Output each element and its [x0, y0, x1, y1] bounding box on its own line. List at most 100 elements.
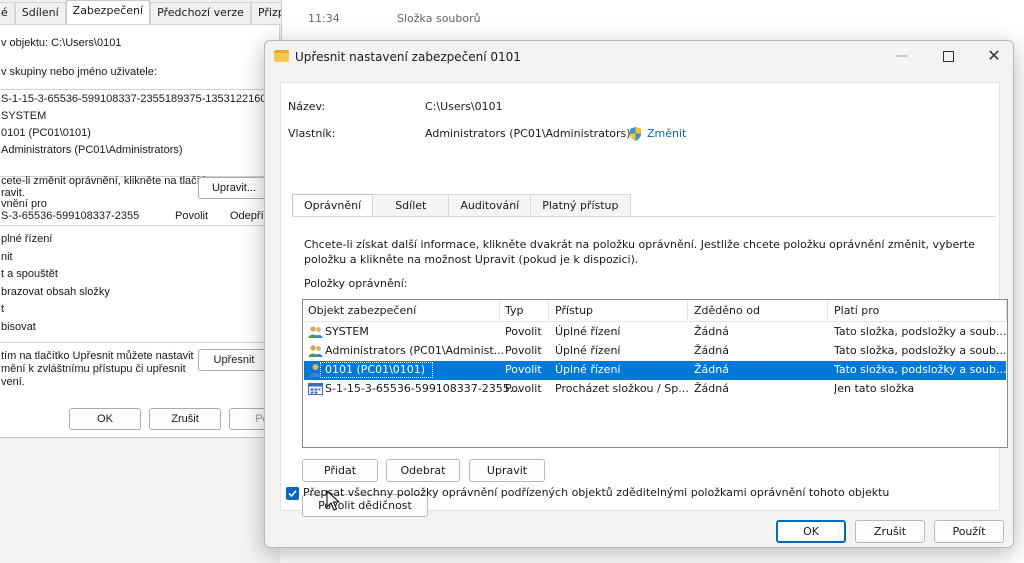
column-header-access[interactable]: Přístup	[555, 304, 593, 317]
cell-type: Povolit	[505, 325, 542, 338]
cell-inherited: Žádná	[694, 344, 729, 357]
perm-for-name: S-3-65536-599108337-2355	[1, 210, 140, 222]
col-allow: Povolit	[175, 210, 209, 222]
cell-applies: Tato složka, podsložky a soub...	[834, 344, 1007, 357]
list-item[interactable]: Administrators (PC01\Administrators)	[1, 144, 183, 156]
cell-inherited: Žádná	[694, 363, 729, 376]
change-hint-line1: cete-li změnit oprávnění, klikněte na tl…	[1, 175, 215, 187]
tab-previous-versions[interactable]: Předchozí verze	[150, 2, 251, 24]
tab-auditing[interactable]: Auditování	[448, 194, 532, 217]
column-header-applies[interactable]: Platí pro	[834, 304, 879, 317]
column-divider[interactable]	[1006, 300, 1007, 322]
replace-child-permissions-checkbox[interactable]	[286, 487, 299, 500]
advanced-hint-line2: mění k zvláštnímu přístupu či upřesnit	[1, 363, 186, 375]
column-header-type[interactable]: Typ	[505, 304, 524, 317]
cell-type: Povolit	[505, 344, 542, 357]
list-item[interactable]: SYSTEM	[1, 110, 46, 122]
apply-button[interactable]: Použít	[934, 520, 1004, 543]
dialog-title: Upřesnit nastavení zabezpečení 0101	[295, 50, 521, 64]
list-item: bisovat	[1, 321, 36, 333]
column-divider[interactable]	[499, 300, 500, 322]
entries-label: Položky oprávnění:	[304, 277, 408, 290]
list-header: Objekt zabezpečení Typ Přístup Zděděno o…	[303, 300, 1007, 322]
table-row[interactable]: SYSTEM Povolit Úplné řízení Žádná Tato s…	[304, 323, 1007, 342]
list-item[interactable]: 0101 (PC01\0101)	[1, 127, 91, 139]
permission-entries-list[interactable]: Objekt zabezpečení Typ Přístup Zděděno o…	[302, 299, 1008, 448]
list-item: brazovat obsah složky	[1, 286, 110, 298]
cell-access: Procházet složkou / Sp...	[555, 382, 689, 395]
change-owner-link[interactable]: Změnit	[647, 127, 686, 140]
table-row[interactable]: S-1-15-3-65536-599108337-2355... Povolit…	[304, 380, 1006, 399]
cell-access: Úplné řízení	[555, 363, 621, 376]
minimize-icon[interactable]: —	[879, 41, 925, 73]
name-value: C:\Users\0101	[425, 100, 503, 113]
uac-shield-icon	[629, 127, 642, 141]
name-label: Název:	[288, 100, 326, 113]
tab-divider	[292, 216, 996, 217]
cell-inherited: Žádná	[694, 325, 729, 338]
explorer-row-kind: Složka souborů	[397, 12, 481, 25]
cell-access: Úplné řízení	[555, 325, 621, 338]
list-item[interactable]: S-1-15-3-65536-599108337-2355189375-1353…	[1, 93, 281, 105]
list-item: t a spouštět	[1, 268, 58, 280]
advanced-security-dialog: Upřesnit nastavení zabezpečení 0101 — ✕ …	[264, 40, 1014, 548]
cancel-button[interactable]: Zrušit	[149, 408, 221, 430]
add-button[interactable]: Přidat	[302, 459, 378, 482]
column-divider[interactable]	[548, 300, 549, 322]
group-users-icon	[308, 326, 323, 338]
remove-button[interactable]: Odebrat	[386, 459, 460, 482]
owner-value: Administrators (PC01\Administrators)	[425, 127, 631, 140]
cell-principal: SYSTEM	[325, 325, 369, 338]
user-icon	[310, 364, 321, 377]
app-package-icon	[308, 383, 323, 395]
table-row-selected[interactable]: 0101 (PC01\0101) Povolit Úplné řízení Žá…	[304, 361, 1007, 380]
cell-inherited: Žádná	[694, 382, 729, 395]
cell-principal: S-1-15-3-65536-599108337-2355...	[325, 382, 521, 395]
list-item: t	[1, 303, 5, 315]
cell-type: Povolit	[505, 363, 542, 376]
properties-tabs: é Sdílení Zabezpečení Předchozí verze Př…	[0, 0, 281, 25]
tab-share[interactable]: Sdílet	[372, 194, 450, 217]
group-users-icon	[308, 345, 323, 357]
replace-child-permissions-label[interactable]: Přepsat všechny položky oprávnění podříz…	[303, 486, 889, 499]
groups-label: v skupiny nebo jméno uživatele:	[1, 66, 157, 78]
cell-access: Úplné řízení	[555, 344, 621, 357]
table-row[interactable]: Administrators (PC01\Administ... Povolit…	[304, 342, 1007, 361]
cell-principal: 0101 (PC01\0101)	[325, 363, 426, 376]
title-bar[interactable]: Upřesnit nastavení zabezpečení 0101 — ✕	[265, 41, 1013, 73]
owner-label: Vlastník:	[288, 127, 336, 140]
close-icon[interactable]: ✕	[971, 41, 1013, 73]
column-header-inherited[interactable]: Zděděno od	[694, 304, 760, 317]
list-item: plné řízení	[1, 233, 53, 245]
tab-general[interactable]: é	[0, 2, 15, 24]
advanced-hint-line3: vení.	[1, 376, 25, 388]
cell-principal: Administrators (PC01\Administ...	[325, 344, 505, 357]
cancel-button[interactable]: Zrušit	[855, 520, 925, 543]
tab-customize[interactable]: Přizpůsobit	[250, 2, 281, 24]
ok-button[interactable]: OK	[776, 520, 846, 543]
info-text: Chcete-li získat další informace, klikně…	[304, 238, 975, 266]
explorer-row-time: 11:34	[308, 12, 340, 25]
groups-list[interactable]: S-1-15-3-65536-599108337-2355189375-1353…	[0, 89, 281, 177]
maximize-icon[interactable]	[925, 41, 971, 73]
cell-type: Povolit	[505, 382, 542, 395]
advanced-button[interactable]: Upřesnit	[198, 349, 270, 371]
col-deny: Odepří	[230, 210, 264, 222]
column-divider[interactable]	[827, 300, 828, 322]
cell-applies: Tato složka, podsložky a soub...	[834, 325, 1007, 338]
edit-entry-button[interactable]: Upravit	[469, 459, 545, 482]
edit-button[interactable]: Upravit...	[198, 177, 270, 199]
tab-permissions[interactable]: Oprávnění	[292, 194, 374, 217]
maximize-square	[942, 51, 954, 62]
tab-effective-access[interactable]: Platný přístup	[530, 194, 631, 217]
tab-security[interactable]: Zabezpečení	[65, 0, 151, 25]
perm-for-label: vnění pro	[1, 198, 47, 210]
column-divider[interactable]	[687, 300, 688, 322]
advanced-hint-line1: tím na tlačítko Upřesnit můžete nastavit	[1, 350, 194, 362]
tab-sharing[interactable]: Sdílení	[14, 2, 66, 24]
column-header-principal[interactable]: Objekt zabezpečení	[308, 304, 416, 317]
ok-button[interactable]: OK	[69, 408, 141, 430]
permissions-list: plné řízení nit t a spouštět brazovat ob…	[0, 225, 281, 343]
list-item: nit	[1, 251, 13, 263]
folder-icon	[274, 50, 289, 62]
